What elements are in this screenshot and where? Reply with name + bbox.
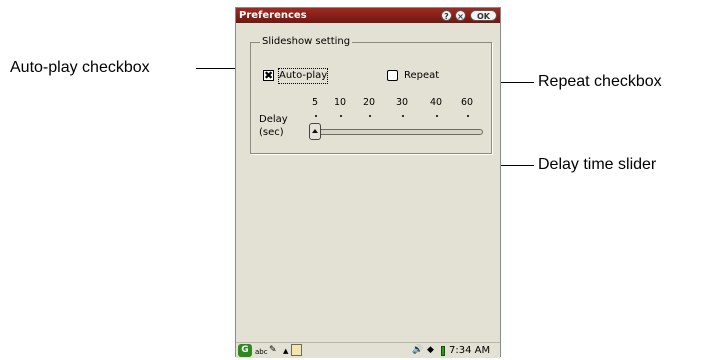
annotation-delay: Delay time slider xyxy=(538,156,657,173)
app-launcher-icon[interactable]: G xyxy=(238,344,252,357)
annotation-repeat: Repeat checkbox xyxy=(538,73,662,90)
delay-slider-thumb[interactable] xyxy=(309,123,321,140)
tick-mark xyxy=(402,115,404,117)
tick-mark xyxy=(467,115,469,117)
network-icon[interactable]: ◆ xyxy=(427,344,434,357)
tick-mark xyxy=(369,115,371,117)
tray-app-icon[interactable] xyxy=(291,344,302,356)
close-icon: × xyxy=(457,12,464,21)
group-title: Slideshow setting xyxy=(260,35,353,49)
slideshow-group: Slideshow setting ✖ Auto-play Repeat Del… xyxy=(250,35,492,154)
tick-label-60: 60 xyxy=(461,97,474,108)
status-bar: G abc ✎ ▲ 🔊 ◆ 7:34 AM xyxy=(236,342,500,358)
help-button[interactable]: ? xyxy=(441,10,452,21)
autoplay-label[interactable]: Auto-play xyxy=(277,68,329,84)
repeat-label[interactable]: Repeat xyxy=(404,69,439,83)
tick-mark xyxy=(340,115,342,117)
title-bar: Preferences ? × OK xyxy=(236,8,500,23)
delay-label-line1: Delay xyxy=(259,114,288,125)
delay-slider-track[interactable] xyxy=(313,129,483,135)
tick-label-30: 30 xyxy=(396,97,409,108)
tick-label-40: 40 xyxy=(430,97,443,108)
window-title: Preferences xyxy=(239,10,307,21)
close-button[interactable]: × xyxy=(455,10,466,21)
question-icon: ? xyxy=(444,12,449,21)
repeat-checkbox[interactable] xyxy=(387,70,398,81)
ok-button[interactable]: OK xyxy=(470,10,497,21)
device-screen: Preferences ? × OK Slideshow setting ✖ A… xyxy=(235,7,501,358)
delay-label-line2: (sec) xyxy=(259,127,284,138)
tick-label-20: 20 xyxy=(363,97,376,108)
tick-label-10: 10 xyxy=(334,97,347,108)
clock[interactable]: 7:34 AM xyxy=(449,344,490,357)
tick-mark xyxy=(436,115,438,117)
delay-label: Delay (sec) xyxy=(259,113,288,139)
tick-mark xyxy=(315,115,317,117)
speaker-icon[interactable]: 🔊 xyxy=(412,344,423,357)
pen-icon[interactable]: ✎ xyxy=(269,344,277,357)
up-arrow-icon[interactable]: ▲ xyxy=(283,345,288,358)
tick-label-5: 5 xyxy=(312,97,319,108)
autoplay-checkbox[interactable]: ✖ xyxy=(263,70,274,81)
annotation-autoplay: Auto-play checkbox xyxy=(10,59,150,76)
battery-icon[interactable] xyxy=(441,346,445,356)
input-mode-indicator[interactable]: abc xyxy=(255,346,268,359)
checkmark-icon: ✖ xyxy=(264,69,274,82)
